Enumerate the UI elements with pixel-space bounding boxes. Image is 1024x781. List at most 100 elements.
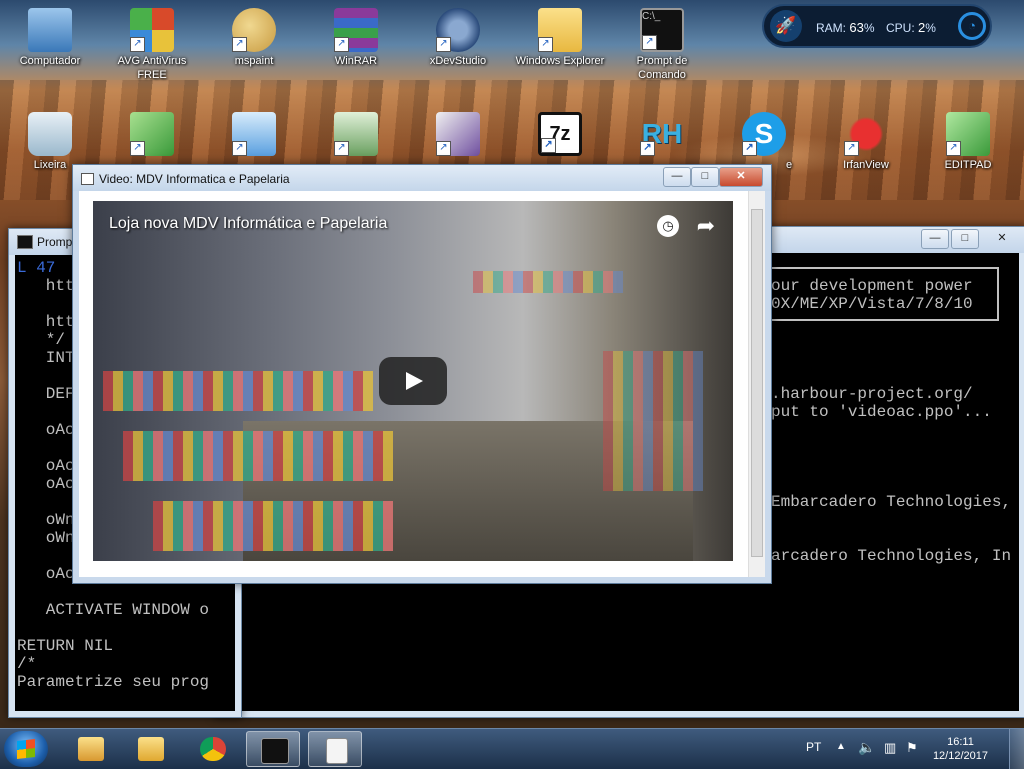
shortcut-arrow-icon: ↗ — [436, 37, 451, 52]
console-line: 0X/ME/XP/Vista/7/8/10 — [771, 295, 973, 313]
video-player[interactable]: Loja nova MDV Informática e Papelaria ◷ … — [93, 201, 733, 561]
video-title-bar[interactable]: Video: MDV Informatica e Papelaria — □ ✕ — [73, 165, 771, 191]
console-line: arcadero Technologies, In — [771, 547, 1012, 565]
shortcut-arrow-icon: ↗ — [334, 141, 349, 156]
language-indicator[interactable]: PT — [806, 740, 821, 780]
desktop-icon-lixeira[interactable]: Lixeira — [2, 112, 98, 172]
desktop-icon-prompt[interactable]: C:\_ ↗ Prompt de Comando — [614, 8, 710, 82]
taskbar-explorer[interactable] — [124, 731, 178, 767]
desktop-icon-label: IrfanView — [843, 159, 889, 171]
desktop-icon-mspaint[interactable]: ↗ mspaint — [206, 8, 302, 68]
desktop-icon-rh[interactable]: RH ↗ — [614, 112, 710, 158]
desktop-icon-label: AVG AntiVirus FREE — [117, 55, 187, 81]
play-button[interactable] — [379, 357, 447, 405]
ram-stat: RAM: 63% — [816, 20, 874, 35]
desktop-icon-irfanview[interactable]: ↗ IrfanView — [818, 112, 914, 172]
shortcut-arrow-icon: ↗ — [538, 37, 553, 52]
desktop-icon-label: WinRAR — [334, 55, 378, 67]
window-icon — [81, 173, 94, 185]
winrar-books-icon: ↗ — [334, 8, 378, 52]
command-prompt-icon: C:\_ ↗ — [640, 8, 684, 52]
chrome-icon — [200, 737, 226, 761]
video-title[interactable]: Loja nova MDV Informática e Papelaria — [109, 215, 387, 233]
desktop-icon-computador[interactable]: Computador — [2, 8, 98, 68]
shortcut-arrow-icon: ↗ — [742, 141, 757, 156]
taskbar-chrome[interactable] — [186, 731, 240, 767]
video-window-title: Video: MDV Informatica e Papelaria — [99, 172, 290, 186]
close-button[interactable]: ✕ — [719, 167, 763, 187]
shortcut-arrow-icon: ↗ — [232, 37, 247, 52]
taskbar-video-app[interactable] — [308, 731, 362, 767]
show-hidden-icons-arrow-icon[interactable]: ▲ — [836, 741, 846, 781]
desktop: Computador ↗ AVG AntiVirus FREE ↗ mspain… — [0, 0, 1024, 728]
rh-icon: RH ↗ — [640, 112, 684, 156]
command-prompt-icon — [17, 235, 33, 249]
desktop-icon-label: Windows Explorer — [515, 55, 605, 67]
desktop-icon-xml[interactable]: ↗ — [308, 112, 404, 158]
desktop-icon-winrar[interactable]: ↗ WinRAR — [308, 8, 404, 68]
video-scene-shelf — [603, 351, 703, 491]
shortcut-arrow-icon: ↗ — [844, 141, 859, 156]
folder-icon: ↗ — [538, 8, 582, 52]
computer-icon — [28, 8, 72, 52]
console-title: Promp — [37, 235, 73, 249]
desktop-icon-7zip[interactable]: 7z ↗ — [512, 112, 608, 158]
maximize-button[interactable]: □ — [951, 229, 979, 249]
video-app-icon — [326, 738, 348, 764]
console-line: our development power — [771, 277, 973, 295]
video-window[interactable]: Video: MDV Informatica e Papelaria — □ ✕… — [72, 164, 772, 584]
rocket-icon: 🚀 — [770, 10, 802, 42]
start-button[interactable] — [4, 731, 48, 767]
xdevstudio-gear-icon: ↗ — [436, 8, 480, 52]
maximize-button[interactable]: □ — [691, 167, 719, 187]
minimize-button[interactable]: — — [921, 229, 949, 249]
video-scene-shelf — [123, 431, 393, 481]
minimize-button[interactable]: — — [663, 167, 691, 187]
desktop-icon-skype[interactable]: S ↗ e — [716, 112, 812, 172]
video-window-scrollbar[interactable] — [748, 191, 765, 577]
desktop-icon-notepad-green[interactable]: ↗ — [104, 112, 200, 158]
taskbar-outlook[interactable] — [64, 731, 118, 767]
windows-logo-icon — [17, 739, 35, 759]
volume-icon[interactable]: 🔈 — [858, 739, 875, 779]
gauge-icon: ◔ — [958, 12, 986, 40]
console-line: Parametrize seu prog — [17, 673, 210, 691]
file-explorer-icon — [138, 737, 164, 761]
desktop-icon-editpad[interactable]: ↗ EDITPAD — [920, 112, 1016, 172]
form-designer-icon: ↗ — [232, 112, 276, 156]
desktop-icon-text-editor[interactable]: ↗ — [410, 112, 506, 158]
scrollbar-thumb[interactable] — [751, 209, 763, 557]
video-scene-shelf — [103, 371, 373, 411]
desktop-icon-avg[interactable]: ↗ AVG AntiVirus FREE — [104, 8, 200, 82]
shortcut-arrow-icon: ↗ — [642, 35, 657, 50]
shortcut-arrow-icon: ↗ — [946, 141, 961, 156]
console-line: put to 'videoac.ppo'... — [771, 403, 992, 421]
share-icon[interactable]: ➦ — [697, 213, 715, 239]
desktop-icon-label: EDITPAD — [944, 159, 992, 171]
desktop-icon-label: Computador — [19, 55, 81, 67]
notepad-green-icon: ↗ — [130, 112, 174, 156]
close-button[interactable]: ✕ — [981, 229, 1023, 249]
desktop-icon-form-designer[interactable]: ↗ — [206, 112, 302, 158]
action-center-flag-icon[interactable]: ⚑ — [906, 740, 918, 780]
outlook-mail-icon — [78, 737, 104, 761]
taskbar-command-prompt[interactable] — [246, 731, 300, 767]
watch-later-icon[interactable]: ◷ — [657, 215, 679, 237]
taskbar-clock[interactable]: 16:11 12/12/2017 — [933, 735, 988, 763]
desktop-icon-label: mspaint — [234, 55, 274, 67]
show-desktop-button[interactable] — [1009, 729, 1024, 769]
clock-date: 12/12/2017 — [932, 750, 988, 762]
network-icon[interactable]: ▥ — [884, 740, 896, 780]
desktop-icon-xdevstudio[interactable]: ↗ xDevStudio — [410, 8, 506, 68]
taskbar: PT ▲ 🔈 ▥ ⚑ 16:11 12/12/2017 — [0, 728, 1024, 769]
desktop-icon-windows-explorer[interactable]: ↗ Windows Explorer — [512, 8, 608, 68]
system-monitor-gadget[interactable]: 🚀 RAM: 63% CPU: 2% ◔ — [762, 4, 992, 48]
